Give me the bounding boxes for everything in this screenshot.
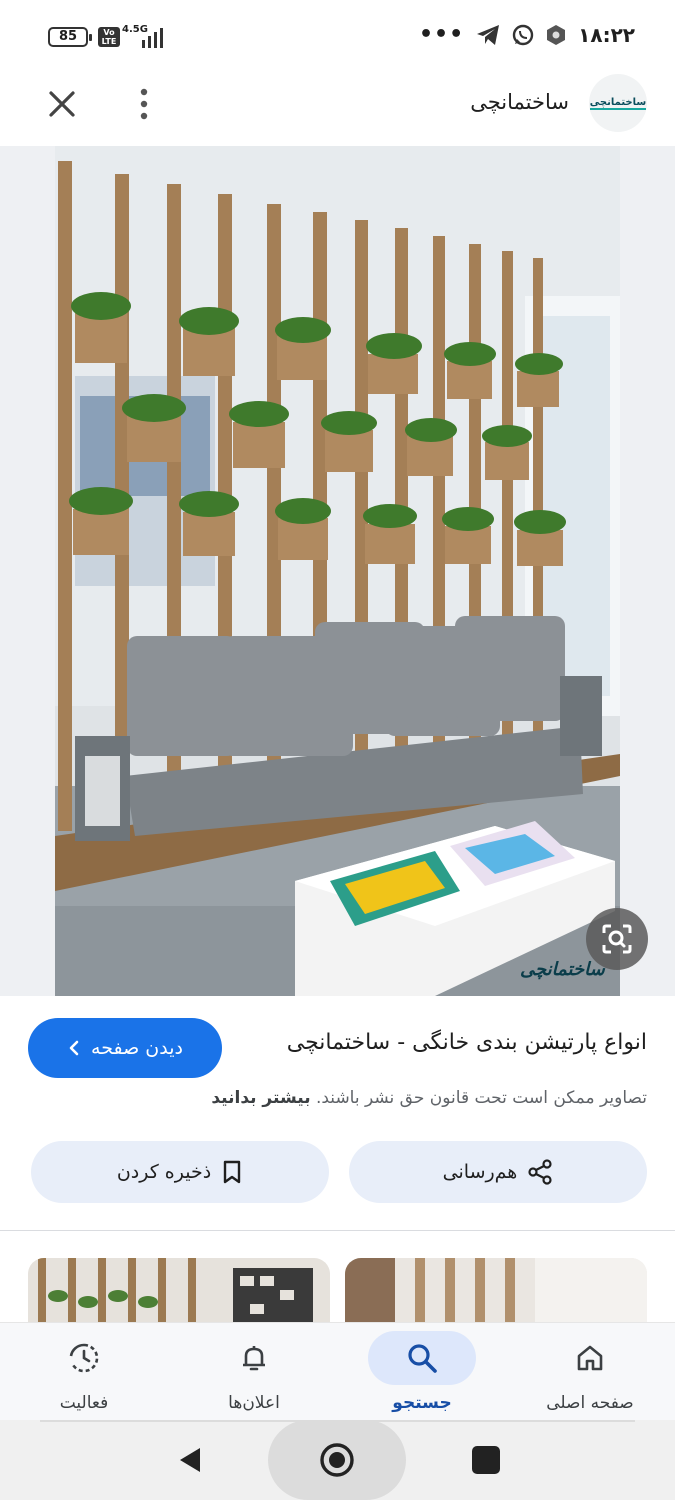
close-icon[interactable] — [42, 84, 82, 124]
clock: ۱۸:۲۲ — [578, 22, 635, 47]
more-options-icon[interactable] — [128, 84, 160, 124]
nav-home[interactable]: صفحه اصلی — [520, 1323, 660, 1421]
related-image — [345, 1258, 647, 1328]
site-logo[interactable]: ساختمانچی — [589, 74, 647, 132]
volte-icon: Vo LTE — [98, 27, 120, 47]
bottom-navigation: صفحه اصلی جستجو اعلان‌ها فعالیت — [0, 1322, 675, 1420]
lens-search-button[interactable] — [586, 908, 648, 970]
site-name[interactable]: ساختمانچی — [470, 90, 569, 114]
more-notifications-icon: ••• — [418, 22, 465, 47]
nav-activity-label: فعالیت — [59, 1393, 109, 1413]
search-icon-container — [368, 1331, 476, 1385]
related-image — [28, 1258, 330, 1328]
image-title: انواع پارتیشن بندی خانگی - ساختمانچی — [286, 1030, 647, 1055]
partition-photo[interactable] — [55, 146, 620, 996]
visit-page-label: دیدن صفحه — [91, 1037, 183, 1059]
viewer-header: ساختمانچی ساختمانچی — [0, 72, 675, 146]
image-preview-area: ساختمانچی — [0, 146, 675, 996]
save-button[interactable]: ذخیره کردن — [31, 1141, 329, 1203]
system-navigation-bar — [0, 1420, 675, 1500]
learn-more-link[interactable]: بیشتر بدانید — [211, 1088, 310, 1108]
home-icon-container — [536, 1331, 644, 1385]
bell-icon — [243, 1346, 265, 1371]
share-icon — [528, 1159, 552, 1185]
copyright-notice: تصاویر ممکن است تحت قانون حق نشر باشند. … — [211, 1088, 647, 1108]
save-label: ذخیره کردن — [116, 1161, 212, 1183]
back-icon[interactable] — [172, 1442, 208, 1478]
share-button[interactable]: هم‌رسانی — [349, 1141, 647, 1203]
activity-icon-container — [30, 1331, 138, 1385]
home-icon — [577, 1345, 603, 1371]
recent-apps-icon[interactable] — [472, 1446, 500, 1474]
watermark: ساختمانچی — [520, 959, 605, 980]
nav-activity[interactable]: فعالیت — [14, 1323, 154, 1421]
security-icon — [547, 24, 566, 45]
home-circle-icon — [320, 1443, 354, 1477]
nav-notifications-label: اعلان‌ها — [228, 1393, 280, 1413]
bell-icon-container — [200, 1331, 308, 1385]
status-right: ••• ۱۸:۲۲ — [419, 22, 635, 47]
copyright-text: تصاویر ممکن است تحت قانون حق نشر باشند. — [315, 1088, 647, 1108]
visit-page-button[interactable]: دیدن صفحه — [28, 1018, 222, 1078]
chevron-left-icon — [69, 1040, 79, 1056]
nav-search-label: جستجو — [392, 1393, 452, 1413]
nav-search[interactable]: جستجو — [352, 1323, 492, 1421]
search-icon — [408, 1344, 437, 1373]
home-button[interactable] — [268, 1420, 406, 1500]
divider — [0, 1230, 675, 1231]
lens-icon — [602, 924, 632, 954]
bookmark-icon — [223, 1160, 241, 1184]
related-image-thumbnail[interactable] — [345, 1258, 647, 1328]
related-image-thumbnail[interactable] — [28, 1258, 330, 1328]
whatsapp-icon — [512, 24, 534, 45]
nav-home-label: صفحه اصلی — [546, 1393, 634, 1413]
telegram-icon — [477, 24, 500, 45]
status-bar: 85 Vo LTE 4.5G ••• ۱۸:۲۲ — [0, 0, 675, 72]
battery-indicator: 85 — [48, 27, 92, 47]
signal-strength-icon — [142, 28, 163, 48]
share-label: هم‌رسانی — [442, 1161, 518, 1183]
nav-notifications[interactable]: اعلان‌ها — [184, 1323, 324, 1421]
activity-icon — [69, 1343, 99, 1373]
site-logo-text: ساختمانچی — [589, 96, 647, 110]
